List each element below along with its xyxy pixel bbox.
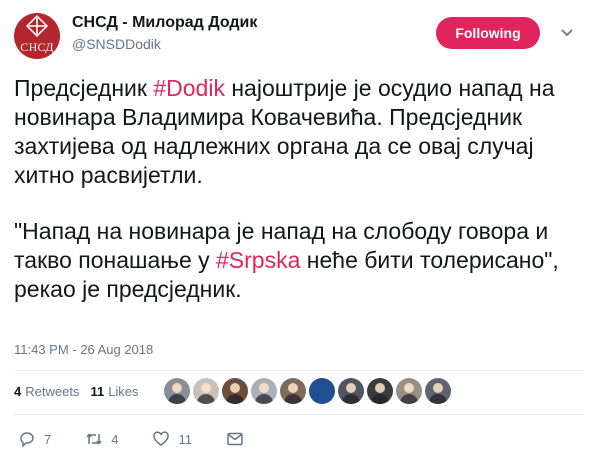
likes-count: 11: [90, 384, 105, 399]
retweets-count: 4: [14, 384, 22, 399]
divider: [14, 370, 584, 371]
tweet-text: Предсједник #Dodik најоштрије је осудио …: [14, 74, 584, 304]
account-handle[interactable]: @SNSDDodik: [72, 36, 161, 52]
chevron-down-icon[interactable]: [560, 26, 574, 40]
liker-avatar[interactable]: [425, 378, 451, 404]
retweet-icon: [86, 433, 102, 445]
account-avatar[interactable]: СНСД: [14, 13, 60, 59]
account-name[interactable]: СНСД - Милорад Додик: [72, 14, 257, 32]
liker-avatar[interactable]: [193, 378, 219, 404]
avatar-logo-text: СНСД: [20, 40, 54, 54]
retweets-label: Retweets: [25, 384, 80, 399]
heart-icon: [153, 431, 170, 446]
likes-label: Likes: [108, 384, 139, 399]
likes-stat[interactable]: 11 Likes: [90, 384, 138, 399]
tweet-paragraph: "Напад на новинара је напад на слободу г…: [14, 217, 584, 304]
envelope-icon: [227, 432, 243, 446]
liker-avatar[interactable]: [164, 378, 190, 404]
engagement-stats: 4 Retweets 11 Likes: [14, 384, 150, 399]
liker-avatar[interactable]: [338, 378, 364, 404]
reply-icon: [20, 432, 34, 448]
reply-action[interactable]: 7: [18, 430, 51, 448]
like-count: 11: [178, 431, 192, 447]
retweets-stat[interactable]: 4 Retweets: [14, 384, 79, 399]
following-button[interactable]: Following: [436, 17, 540, 49]
liker-avatar[interactable]: [367, 378, 393, 404]
hashtag-link[interactable]: #Dodik: [153, 75, 225, 101]
tweet-paragraph: Предсједник #Dodik најоштрије је осудио …: [14, 74, 584, 190]
retweet-action[interactable]: 4: [85, 430, 118, 448]
direct-message-action[interactable]: [226, 430, 244, 448]
liker-avatar[interactable]: [280, 378, 306, 404]
retweet-count: 4: [111, 431, 119, 447]
liker-avatar[interactable]: [309, 378, 335, 404]
tweet-timestamp[interactable]: 11:43 PM - 26 Aug 2018: [14, 342, 153, 357]
liker-avatar[interactable]: [396, 378, 422, 404]
liker-avatars: [164, 378, 454, 404]
reply-count: 7: [44, 431, 52, 447]
divider: [14, 414, 584, 415]
hashtag-link[interactable]: #Srpska: [216, 247, 300, 273]
liker-avatar[interactable]: [251, 378, 277, 404]
tweet-text-segment: Предсједник: [14, 75, 154, 101]
liker-avatar[interactable]: [222, 378, 248, 404]
like-action[interactable]: 11: [152, 430, 192, 448]
tweet-actions: 7 4 11: [18, 430, 244, 448]
